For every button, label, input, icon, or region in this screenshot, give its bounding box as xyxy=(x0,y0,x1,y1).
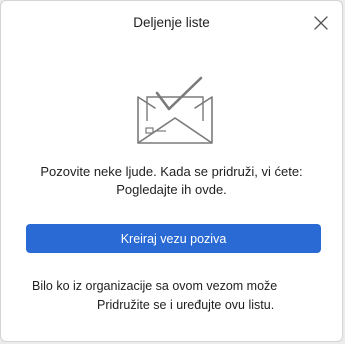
link-access-note-line2: Pridružite se i uređujte ovu listu. xyxy=(97,298,275,312)
invite-text-line1: Pozovite neke ljude. Kada se pridruži, v… xyxy=(40,164,303,179)
close-button[interactable] xyxy=(310,12,332,34)
create-invite-link-button[interactable]: Kreiraj vezu poziva xyxy=(26,224,321,253)
dialog-title: Deljenje liste xyxy=(133,15,210,30)
share-list-dialog: Deljenje liste Pozovite neke ljude. Kada… xyxy=(0,0,343,342)
invite-text-line2: Pogledajte ih ovde. xyxy=(116,182,227,197)
envelope-check-icon xyxy=(137,76,213,144)
link-access-note-line1: Bilo ko iz organizacije sa ovom vezom mo… xyxy=(32,279,278,293)
close-icon xyxy=(314,16,328,30)
